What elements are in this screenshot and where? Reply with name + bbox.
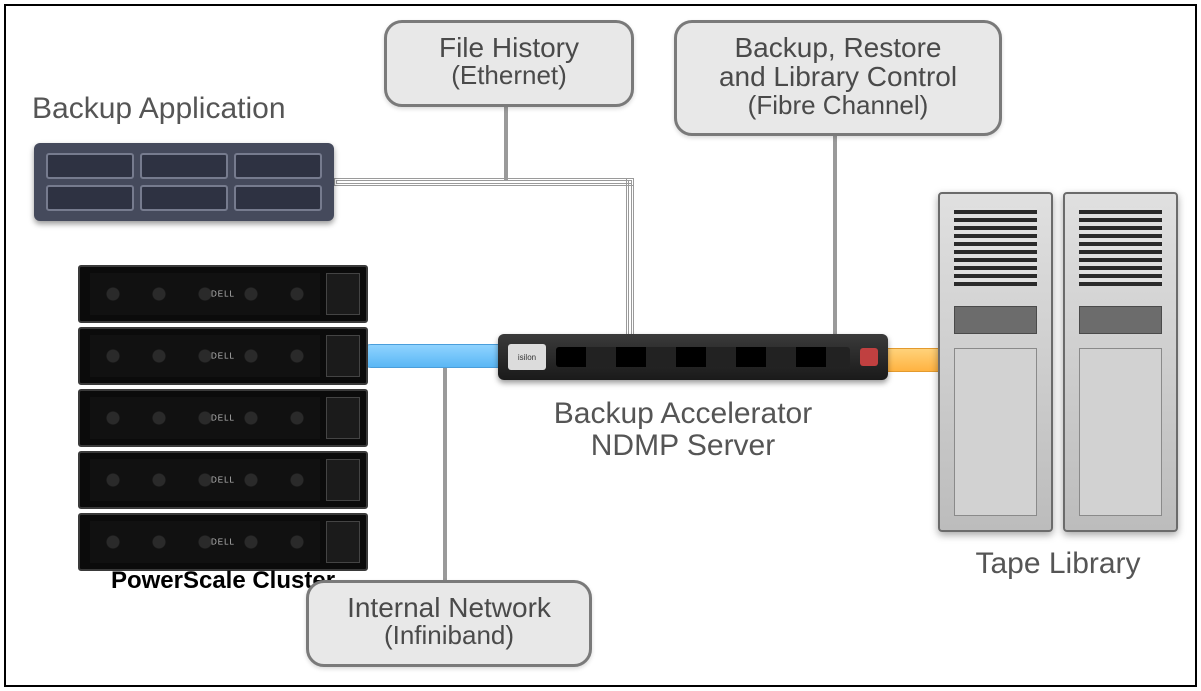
tape-library-text: Tape Library bbox=[975, 547, 1140, 580]
backup-accelerator-line2: NDMP Server bbox=[591, 429, 775, 462]
tape-vents bbox=[954, 208, 1037, 286]
dell-logo: DELL bbox=[211, 538, 235, 547]
drive-bay bbox=[140, 185, 228, 211]
backup-application-server bbox=[34, 143, 334, 221]
dell-logo: DELL bbox=[211, 476, 235, 485]
backup-accelerator-line1: Backup Accelerator bbox=[554, 397, 812, 430]
backup-restore-sub: (Fibre Channel) bbox=[699, 92, 977, 119]
tape-slot bbox=[1079, 306, 1162, 334]
fc-connector bbox=[833, 128, 837, 356]
internal-network-title: Internal Network bbox=[331, 593, 567, 622]
cluster-node: DELL bbox=[78, 265, 368, 323]
backup-restore-box: Backup, Restore and Library Control (Fib… bbox=[674, 20, 1002, 136]
backup-accelerator: isilon bbox=[498, 334, 888, 380]
ethernet-cable-v1 bbox=[626, 178, 634, 358]
internal-network-box: Internal Network (Infiniband) bbox=[306, 580, 592, 667]
drive-bay bbox=[234, 185, 322, 211]
drive-bay bbox=[234, 153, 322, 179]
tape-unit bbox=[1063, 192, 1178, 532]
backup-application-text: Backup Application bbox=[32, 92, 286, 125]
tape-library bbox=[938, 192, 1178, 532]
tape-unit bbox=[938, 192, 1053, 532]
file-history-box: File History (Ethernet) bbox=[384, 20, 634, 107]
isilon-badge: isilon bbox=[508, 344, 546, 370]
drive-bay bbox=[46, 185, 134, 211]
tape-library-label: Tape Library bbox=[942, 548, 1174, 580]
infiniband-connector bbox=[443, 356, 447, 581]
dell-logo: DELL bbox=[211, 290, 235, 299]
backup-restore-title: Backup, Restore and Library Control bbox=[699, 33, 977, 92]
file-history-connector bbox=[504, 106, 508, 180]
internal-network-sub: (Infiniband) bbox=[331, 622, 567, 649]
accel-led-icon bbox=[860, 348, 878, 366]
cluster-node: DELL bbox=[78, 389, 368, 447]
powerscale-cluster-text: PowerScale Cluster bbox=[111, 567, 335, 594]
tape-slot bbox=[954, 306, 1037, 334]
backup-accelerator-label: Backup Accelerator NDMP Server bbox=[493, 398, 873, 461]
cluster-node: DELL bbox=[78, 513, 368, 571]
backup-application-label: Backup Application bbox=[32, 93, 286, 125]
tape-vents bbox=[1079, 208, 1162, 286]
accel-vents bbox=[556, 347, 850, 367]
file-history-sub: (Ethernet) bbox=[409, 62, 609, 89]
tape-panel bbox=[954, 348, 1037, 516]
file-history-title: File History bbox=[409, 33, 609, 62]
dell-logo: DELL bbox=[211, 352, 235, 361]
ethernet-cable-h1 bbox=[334, 178, 634, 186]
cluster-node: DELL bbox=[78, 451, 368, 509]
dell-logo: DELL bbox=[211, 414, 235, 423]
tape-panel bbox=[1079, 348, 1162, 516]
cluster-node: DELL bbox=[78, 327, 368, 385]
drive-bay bbox=[46, 153, 134, 179]
powerscale-cluster: DELL DELL DELL DELL DELL bbox=[78, 265, 368, 571]
drive-bay bbox=[140, 153, 228, 179]
powerscale-cluster-label: PowerScale Cluster bbox=[108, 568, 338, 593]
